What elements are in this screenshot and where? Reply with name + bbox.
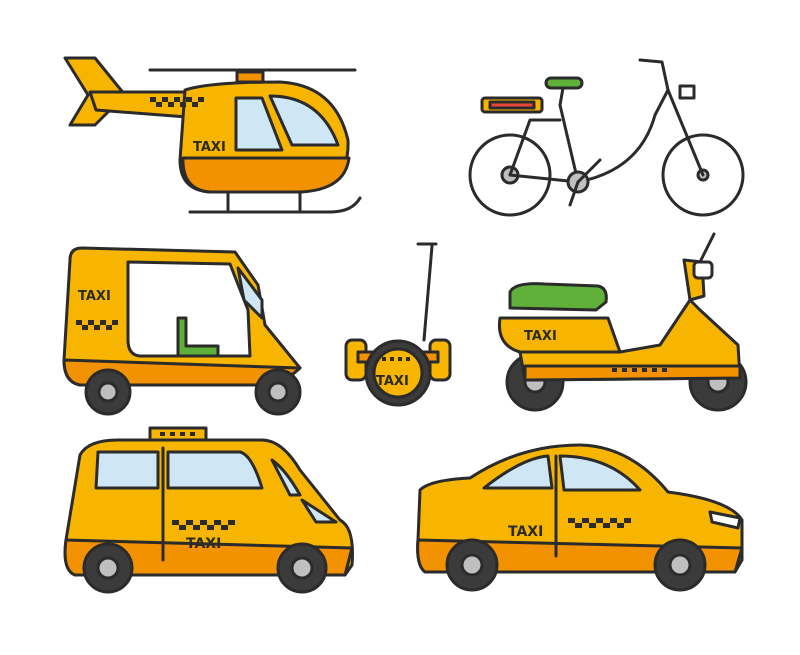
scooter-taxi-label: TAXI: [524, 329, 557, 344]
tuk-tuk-taxi-label: TAXI: [78, 289, 111, 304]
taxi-bicycle: [468, 58, 745, 217]
sedan-taxi-label: TAXI: [508, 524, 543, 540]
minivan-taxi-label: TAXI: [186, 536, 221, 552]
helicopter-taxi-label: TAXI: [193, 140, 226, 155]
taxi-tuk-tuk: TAXI: [62, 246, 302, 416]
taxi-scooter: TAXI: [497, 232, 748, 412]
taxi-vehicles-illustration: TAXI TAXI TAXI TAXI TAXI TAXI: [62, 56, 748, 594]
taxi-segway: TAXI: [344, 242, 452, 407]
taxi-helicopter: TAXI: [63, 56, 362, 214]
taxi-minivan: TAXI: [63, 426, 354, 594]
segway-taxi-label: TAXI: [376, 374, 409, 389]
taxi-sedan: TAXI: [416, 443, 744, 592]
